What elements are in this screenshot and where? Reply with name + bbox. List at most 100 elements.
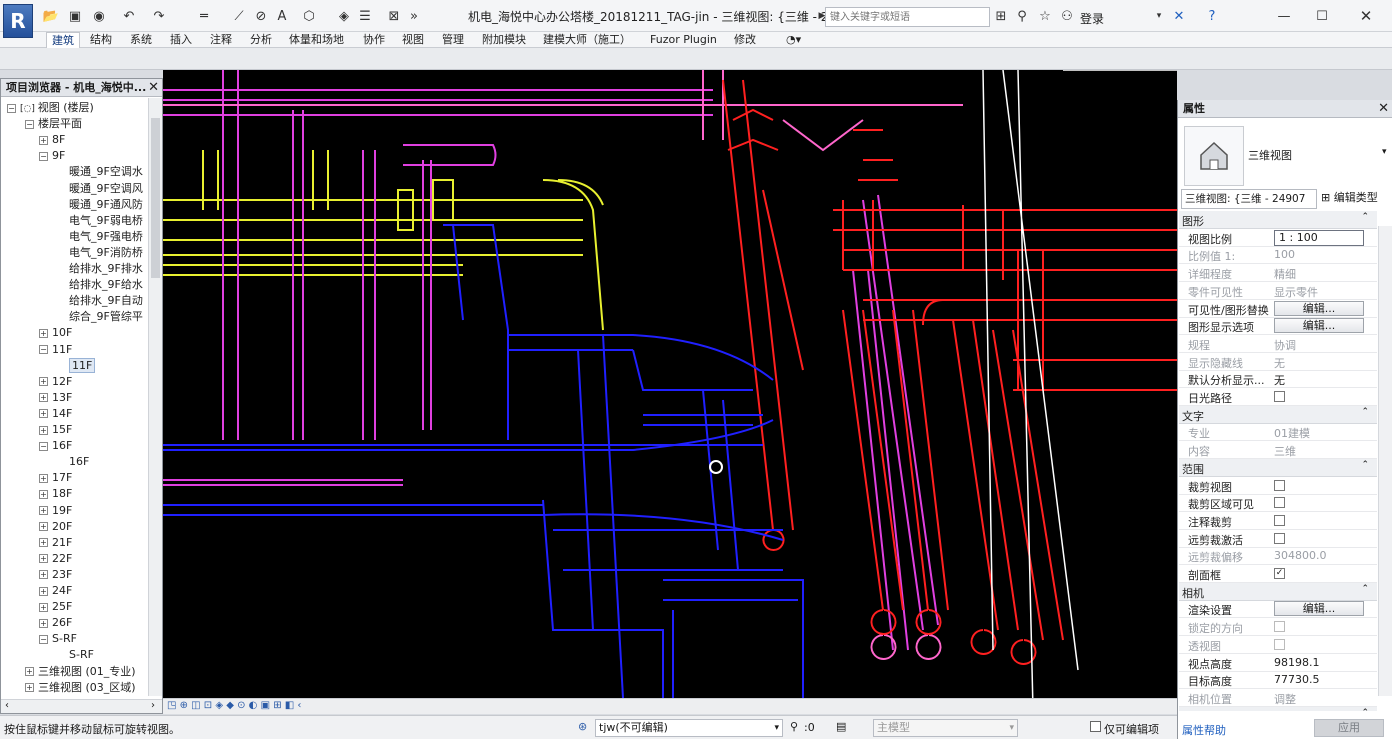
model-dropdown[interactable]: 主模型 ▾ [873, 719, 1018, 737]
property-checkbox[interactable] [1274, 391, 1285, 402]
tree-item[interactable]: +17F [39, 470, 72, 486]
dimension-icon[interactable]: ⟋ [230, 7, 248, 25]
expand-icon[interactable]: + [39, 570, 48, 580]
tree-item[interactable]: + 三维视图 (03_区域) [25, 680, 136, 696]
scroll-right-icon[interactable]: › [151, 700, 155, 711]
tree-item[interactable]: +26F [39, 615, 72, 631]
collapse-icon[interactable]: ⌃ [1361, 708, 1369, 711]
minimize-icon[interactable]: — [1275, 7, 1293, 25]
collapse-icon[interactable]: − [39, 345, 48, 354]
tree-item[interactable]: +23F [39, 567, 72, 583]
property-checkbox[interactable] [1274, 479, 1285, 491]
subscription-icon[interactable]: ⚲ [1013, 7, 1031, 25]
property-checkbox[interactable] [1274, 532, 1285, 544]
property-checkbox[interactable]: ✓ [1274, 568, 1285, 579]
exchange-apps-icon[interactable]: ✕ [1170, 7, 1188, 25]
tree-item[interactable]: 给排水_9F排水 [69, 261, 143, 277]
view-controls-icons[interactable]: ◳ ⊕ ◫ ⊡ ◈ ◆ ⊙ ◐ ▣ ⊞ ◧ ‹ [167, 700, 301, 711]
tree-item[interactable]: +10F [39, 325, 72, 341]
scroll-left-icon[interactable]: ‹ [5, 700, 9, 711]
favorites-star-icon[interactable]: ☆ [1036, 7, 1054, 25]
type-dropdown-icon[interactable]: ▾ [1382, 147, 1387, 157]
edit-button[interactable]: 编辑... [1274, 318, 1364, 334]
revit-logo-button[interactable]: R [3, 4, 33, 38]
expand-icon[interactable]: + [39, 425, 48, 435]
tab-annotate[interactable]: 注释 [210, 32, 232, 48]
tab-fuzor[interactable]: Fuzor Plugin [650, 32, 717, 48]
tree-item[interactable]: − S-RF [39, 631, 77, 647]
model-3d-view[interactable] [163, 70, 1177, 698]
expand-icon[interactable]: + [39, 538, 48, 548]
tree-item[interactable]: −16F [39, 438, 72, 454]
tab-insert[interactable]: 插入 [170, 32, 192, 48]
tree-item[interactable]: +21F [39, 535, 72, 551]
undo-icon[interactable]: ↶ [120, 7, 138, 25]
collapse-icon[interactable]: ⌃ [1361, 584, 1369, 594]
tab-analyze[interactable]: 分析 [250, 32, 272, 48]
expand-icon[interactable]: + [39, 473, 48, 483]
tree-item[interactable]: − [◌] 视图 (楼层) [7, 100, 94, 116]
view-scale-input[interactable]: 1 : 100 [1274, 229, 1364, 246]
property-checkbox[interactable] [1274, 514, 1285, 526]
tree-item[interactable]: +12F [39, 374, 72, 390]
tree-item[interactable]: +22F [39, 551, 72, 567]
collapse-icon[interactable]: − [39, 634, 48, 644]
tree-item[interactable]: +8F [39, 132, 65, 148]
property-group[interactable]: 范围 ⌃ [1179, 458, 1377, 477]
edit-button[interactable]: 编辑... [1274, 300, 1364, 316]
expand-icon[interactable]: + [39, 409, 48, 419]
text-icon[interactable]: A [273, 7, 291, 25]
tree-item[interactable]: 暖通_9F通风防 [69, 197, 143, 213]
tab-modify[interactable]: 修改 [734, 32, 756, 48]
tab-massing[interactable]: 体量和场地 [289, 32, 344, 48]
measure-icon[interactable]: ═ [195, 7, 213, 25]
property-value[interactable]: 77730.5 [1274, 673, 1320, 686]
tree-item[interactable]: 暖通_9F空调风 [69, 181, 143, 197]
expand-icon[interactable]: + [39, 377, 48, 387]
close-window-icon[interactable]: ✕ [1357, 7, 1375, 25]
instance-selector[interactable]: 三维视图: {三维 - 24907 [1181, 189, 1317, 209]
property-group[interactable]: 图形 ⌃ [1179, 211, 1377, 229]
close-icon[interactable]: ✕ [1378, 100, 1389, 117]
editing-requests-icon[interactable]: ⚲ [790, 720, 798, 733]
help-search-input[interactable] [825, 7, 990, 27]
tab-manage[interactable]: 管理 [442, 32, 464, 48]
tree-item[interactable]: +25F [39, 599, 72, 615]
tab-architecture[interactable]: 建筑 [46, 32, 80, 48]
section-icon[interactable]: ◈ [335, 7, 353, 25]
tree-item[interactable]: −9F [39, 148, 65, 164]
collapse-icon[interactable]: ⌃ [1361, 460, 1369, 470]
tree-item[interactable]: 11F [69, 357, 96, 374]
tree-item[interactable]: − 楼层平面 [25, 116, 82, 132]
tag-icon[interactable]: ⊘ [252, 7, 270, 25]
tree-item[interactable]: +15F [39, 422, 72, 438]
property-group[interactable]: 文字 ⌃ [1179, 405, 1377, 424]
edit-button[interactable]: 编辑... [1274, 601, 1364, 617]
property-value[interactable]: 98198.1 [1274, 656, 1320, 669]
collapse-icon[interactable]: − [7, 103, 16, 113]
tree-item[interactable]: +24F [39, 583, 72, 599]
chevron-down-icon[interactable]: ▾ [1150, 7, 1168, 25]
expand-icon[interactable]: + [39, 328, 48, 338]
tree-item[interactable]: 16F [69, 454, 89, 470]
binoculars-icon[interactable]: ⊞ [992, 7, 1010, 25]
tab-collaborate[interactable]: 协作 [363, 32, 385, 48]
tree-item[interactable]: 暖通_9F空调水 [69, 164, 143, 180]
more-icon[interactable]: » [405, 7, 423, 25]
3d-view-icon[interactable]: ⬡ [300, 7, 318, 25]
collapse-icon[interactable]: ⌃ [1361, 407, 1369, 417]
expand-icon[interactable]: + [25, 667, 34, 676]
workset-dropdown[interactable]: tjw(不可编辑) ▾ [595, 719, 783, 737]
expand-icon[interactable]: + [25, 683, 34, 693]
tab-modeling-master[interactable]: 建模大师（施工） [543, 32, 631, 48]
collapse-icon[interactable]: − [39, 151, 48, 161]
horizontal-scrollbar[interactable] [877, 698, 1177, 714]
property-group[interactable]: 相机 ⌃ [1179, 582, 1377, 601]
redo-icon[interactable]: ↷ [150, 7, 168, 25]
apply-button[interactable]: 应用 [1314, 719, 1384, 737]
maximize-icon[interactable]: ☐ [1313, 7, 1331, 25]
tree-item[interactable]: −11F [39, 342, 72, 358]
expand-icon[interactable]: + [39, 586, 48, 596]
close-hidden-icon[interactable]: ⊠ [385, 7, 403, 25]
expand-icon[interactable]: + [39, 618, 48, 628]
